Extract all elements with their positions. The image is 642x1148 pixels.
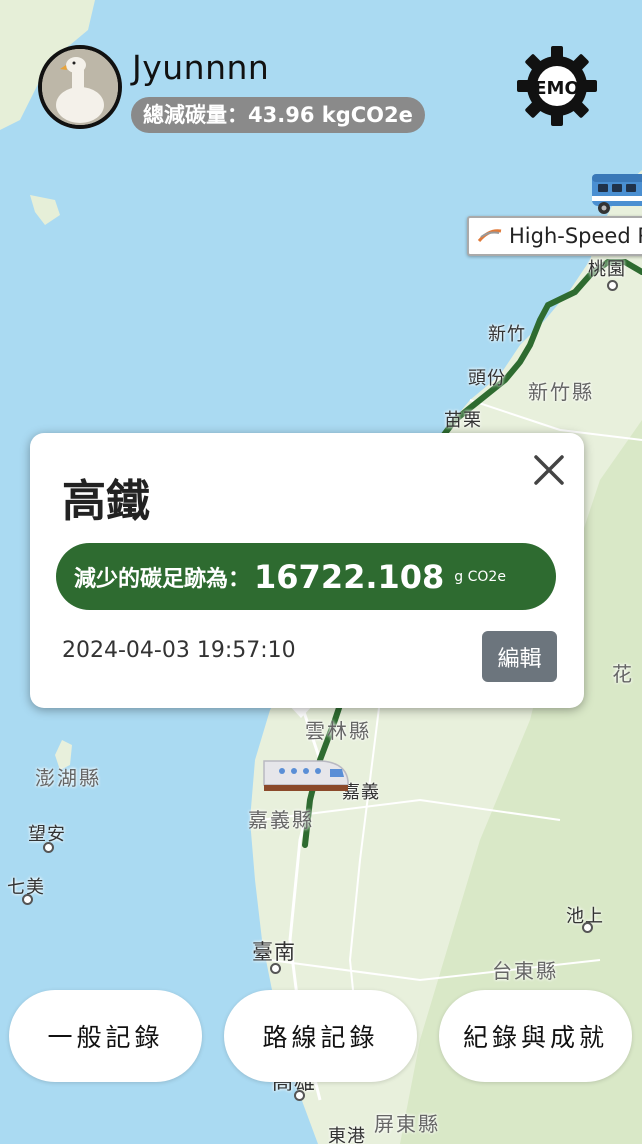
map-label-miaoli: 苗栗 xyxy=(444,410,482,431)
map-dot xyxy=(582,922,593,933)
map-label-hsinchu-county: 新竹縣 xyxy=(528,380,594,404)
hsr-train-marker-icon[interactable] xyxy=(262,755,350,797)
high-speed-rail-logo-icon xyxy=(477,229,502,242)
map-dot xyxy=(22,894,33,905)
goose-avatar-icon xyxy=(42,49,118,125)
map-label-yunlin: 雲林縣 xyxy=(305,719,371,743)
carbon-reduction-value: 16722.108 xyxy=(254,557,445,596)
general-record-button[interactable]: 一般記錄 xyxy=(9,990,202,1082)
user-avatar[interactable] xyxy=(38,45,122,129)
map-label-taoyuan: 桃園 xyxy=(588,259,626,280)
edit-button[interactable]: 編輯 xyxy=(482,631,557,682)
emo-badge-text: EMO xyxy=(534,78,580,99)
username: Jyunnnn xyxy=(132,48,270,87)
records-achievements-button[interactable]: 紀錄與成就 xyxy=(439,990,632,1082)
map-label-taitung-county: 台東縣 xyxy=(492,959,558,983)
map-label-hsinchu: 新竹 xyxy=(488,324,526,345)
map-dot xyxy=(294,1090,305,1101)
carbon-reduction-label: 減少的碳足跡為： xyxy=(74,566,251,592)
emo-settings-gear-icon[interactable]: EMO xyxy=(515,44,599,128)
rail-route-label[interactable]: High-Speed Ra xyxy=(467,216,642,256)
map-dot xyxy=(43,842,54,853)
carbon-reduction-pill: 減少的碳足跡為： 16722.108 g CO2e xyxy=(56,543,556,610)
rail-route-label-text: High-Speed Ra xyxy=(509,224,642,248)
map-label-pingtung-county: 屏東縣 xyxy=(374,1112,440,1136)
route-record-button[interactable]: 路線記錄 xyxy=(224,990,417,1082)
map-label-hualien: 花 xyxy=(612,662,634,686)
map-label-donggang: 東港 xyxy=(328,1126,366,1147)
map-label-penghu: 澎湖縣 xyxy=(35,766,101,790)
map-label-chiayi-county: 嘉義縣 xyxy=(248,808,314,832)
total-carbon-reduction-badge: 總減碳量：43.96 kgCO2e xyxy=(131,97,425,133)
trip-detail-popup: 高鐵 減少的碳足跡為： 16722.108 g CO2e 2024-04-03 … xyxy=(30,433,584,708)
trip-timestamp: 2024-04-03 19:57:10 xyxy=(62,638,296,663)
map-label-toufen: 頭份 xyxy=(468,368,506,389)
map-dot xyxy=(607,280,618,291)
bus-marker-icon[interactable] xyxy=(590,170,642,216)
popup-title: 高鐵 xyxy=(62,476,150,527)
map-dot xyxy=(270,963,281,974)
map-label-tainan: 臺南 xyxy=(252,940,296,964)
carbon-reduction-unit: g CO2e xyxy=(454,568,506,585)
close-icon[interactable] xyxy=(530,451,568,489)
